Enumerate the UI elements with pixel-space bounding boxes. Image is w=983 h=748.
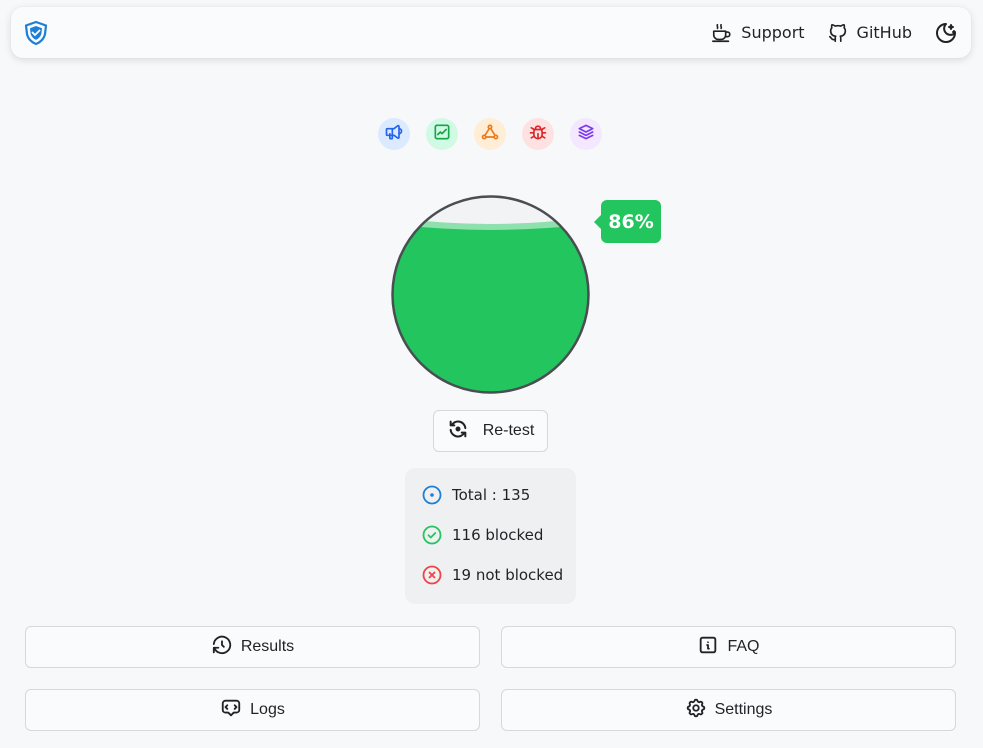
- gear-icon: [685, 697, 707, 724]
- results-button[interactable]: Results: [25, 626, 480, 668]
- refresh-icon: [447, 418, 469, 445]
- target-icon: [422, 485, 442, 505]
- layers-category[interactable]: [570, 118, 602, 150]
- network-icon: [480, 122, 500, 147]
- theme-toggle-moon-icon[interactable]: [934, 21, 958, 45]
- stat-total: Total : 135: [422, 485, 576, 505]
- score-badge: 86%: [594, 200, 661, 243]
- faq-label: FAQ: [727, 638, 760, 655]
- github-label: GitHub: [856, 23, 912, 42]
- stat-total-text: Total : 135: [452, 486, 531, 504]
- analytics-category[interactable]: [426, 118, 458, 150]
- support-link[interactable]: Support: [711, 22, 805, 44]
- bug-category[interactable]: [522, 118, 554, 150]
- stat-blocked: 116 blocked: [422, 525, 576, 545]
- ads-category[interactable]: [378, 118, 410, 150]
- logs-button[interactable]: Logs: [25, 689, 480, 731]
- coffee-icon: [711, 22, 733, 44]
- message-code-icon: [220, 697, 242, 724]
- stat-not-blocked: 19 not blocked: [422, 565, 576, 585]
- tracker-category[interactable]: [474, 118, 506, 150]
- megaphone-icon: [384, 122, 404, 147]
- history-icon: [211, 634, 233, 661]
- x-circle-icon: [422, 565, 442, 585]
- logs-label: Logs: [250, 701, 285, 718]
- shield-logo-icon[interactable]: [23, 20, 49, 46]
- faq-button[interactable]: FAQ: [501, 626, 956, 668]
- stat-blocked-text: 116 blocked: [452, 526, 544, 544]
- gauge-fill: [392, 223, 589, 393]
- github-icon: [827, 22, 849, 44]
- results-label: Results: [240, 638, 295, 655]
- support-label: Support: [741, 23, 805, 42]
- check-circle-icon: [422, 525, 442, 545]
- retest-label: Re-test: [482, 422, 535, 439]
- info-square-icon: [697, 634, 719, 661]
- top-navbar: Support GitHub: [11, 7, 971, 58]
- stats-panel: Total : 135 116 blocked 19 not blocked: [405, 468, 576, 604]
- settings-label: Settings: [714, 701, 773, 718]
- settings-button[interactable]: Settings: [501, 689, 956, 731]
- chart-icon: [432, 122, 452, 147]
- retest-button[interactable]: Re-test: [433, 410, 548, 452]
- category-icons: [378, 118, 602, 150]
- layers-icon: [576, 122, 596, 147]
- stat-not-blocked-text: 19 not blocked: [452, 566, 564, 584]
- github-link[interactable]: GitHub: [827, 22, 912, 44]
- score-gauge: [390, 194, 591, 395]
- bug-icon: [528, 122, 548, 147]
